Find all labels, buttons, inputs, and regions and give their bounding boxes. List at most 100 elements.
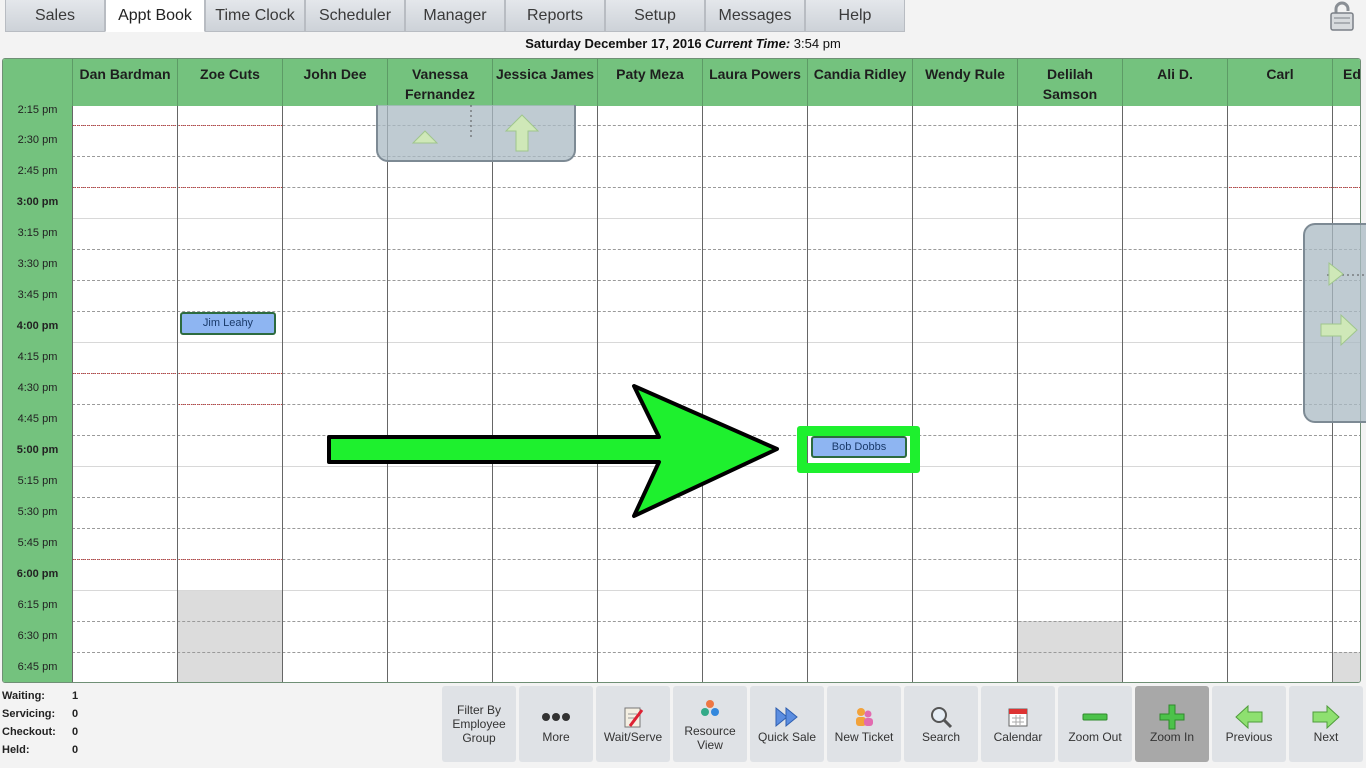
row-divider [72, 590, 1360, 591]
search-button[interactable]: Search [904, 686, 978, 762]
top-nav: Sales Appt Book Time Clock Scheduler Man… [5, 0, 905, 32]
servicing-label: Servicing: [2, 708, 56, 720]
highlight-box [797, 426, 920, 473]
time-label: 3:45 pm [17, 289, 58, 301]
column-header[interactable]: Ali D. [1122, 59, 1227, 106]
row-divider [72, 528, 1360, 529]
fast-forward-icon [750, 704, 824, 730]
button-label: Resource [684, 724, 736, 738]
new-ticket-button[interactable]: New Ticket [827, 686, 901, 762]
time-label: 3:15 pm [17, 227, 58, 239]
calendar-button[interactable]: Calendar [981, 686, 1055, 762]
row-divider [72, 652, 1360, 653]
column-header[interactable]: Laura Powers [702, 59, 807, 106]
tab-appt-book[interactable]: Appt Book [105, 0, 205, 32]
scroll-right-small-icon[interactable] [1325, 259, 1349, 289]
zoom-in-button[interactable]: Zoom In [1135, 686, 1209, 762]
column-header[interactable]: Jessica James [492, 59, 597, 106]
time-label: 4:30 pm [17, 382, 58, 394]
column-header[interactable]: Delilah Samson [1017, 59, 1122, 106]
unavailable-slot [1332, 652, 1360, 682]
queue-status: Waiting: 1 Servicing: 0 Checkout: 0 Held: 0 [2, 690, 102, 762]
appointment-grid: Dan Bardman Zoe Cuts John Dee Vanessa Fe… [2, 58, 1361, 683]
checkout-label: Checkout: [2, 726, 56, 738]
availability-marker [1227, 187, 1360, 188]
current-date: Saturday December 17, 2016 [525, 36, 702, 51]
current-time-label: Current Time: [705, 36, 791, 51]
previous-button[interactable]: Previous [1212, 686, 1286, 762]
column-header[interactable]: Paty Meza [597, 59, 702, 106]
quick-sale-button[interactable]: Quick Sale [750, 686, 824, 762]
scroll-right-arrow-icon[interactable] [1319, 313, 1359, 347]
time-label: 6:45 pm [17, 661, 58, 673]
next-button[interactable]: Next [1289, 686, 1363, 762]
calendar-icon [981, 704, 1055, 730]
scroll-up-small-icon[interactable] [408, 127, 442, 149]
app-window: Sales Appt Book Time Clock Scheduler Man… [0, 0, 1366, 768]
row-divider [72, 342, 1360, 343]
column-header[interactable]: Ed [1332, 59, 1360, 106]
column-header[interactable]: John Dee [282, 59, 387, 106]
time-label: 2:30 pm [17, 134, 58, 146]
time-label: 5:30 pm [17, 506, 58, 518]
button-label: Employee [452, 717, 506, 731]
row-divider [72, 218, 1360, 219]
time-label: 2:15 pm [17, 104, 58, 116]
column-header[interactable]: Carl [1227, 59, 1332, 106]
filter-employee-group-button[interactable]: Filter By Employee Group [442, 686, 516, 762]
time-label: 6:30 pm [17, 630, 58, 642]
time-label: 3:30 pm [17, 258, 58, 270]
time-label: 6:15 pm [17, 599, 58, 611]
held-label: Held: [2, 744, 30, 756]
wait-serve-button[interactable]: Wait/Serve [596, 686, 670, 762]
more-button[interactable]: More [519, 686, 593, 762]
more-dots-icon [519, 704, 593, 730]
minus-icon [1058, 704, 1132, 730]
tab-manager[interactable]: Manager [405, 0, 505, 32]
tab-sales[interactable]: Sales [5, 0, 105, 32]
availability-marker [177, 404, 282, 405]
button-label: Quick Sale [757, 730, 817, 744]
tab-help[interactable]: Help [805, 0, 905, 32]
column-divider [1122, 106, 1123, 682]
button-label: Calendar [993, 730, 1043, 744]
time-gutter: 2:15 pm 2:30 pm 2:45 pm 3:00 pm 3:15 pm … [3, 104, 72, 682]
arrow-right-icon [1289, 704, 1363, 730]
tab-setup[interactable]: Setup [605, 0, 705, 32]
time-label: 4:00 pm [16, 320, 59, 332]
tab-time-clock[interactable]: Time Clock [205, 0, 305, 32]
row-divider [72, 621, 1360, 622]
time-label: 5:00 pm [16, 444, 59, 456]
column-header[interactable]: Candia Ridley [807, 59, 912, 106]
tab-reports[interactable]: Reports [505, 0, 605, 32]
button-label: Previous [1225, 730, 1273, 744]
resource-view-button[interactable]: Resource View [673, 686, 747, 762]
held-count: 0 [72, 744, 79, 756]
scroll-up-panel [376, 105, 576, 162]
button-label: Group [462, 731, 496, 745]
checkout-count: 0 [72, 726, 79, 738]
column-divider [177, 106, 178, 682]
people-icon [827, 704, 901, 730]
column-header[interactable]: Wendy Rule [912, 59, 1017, 106]
button-label: More [542, 730, 570, 744]
unavailable-slot [177, 590, 282, 682]
button-label: Search [921, 730, 961, 744]
scroll-right-panel [1303, 223, 1366, 423]
tab-messages[interactable]: Messages [705, 0, 805, 32]
tab-scheduler[interactable]: Scheduler [305, 0, 405, 32]
column-header[interactable]: Vanessa Fernandez [387, 59, 492, 106]
column-divider [912, 106, 913, 682]
waiting-count: 1 [72, 690, 79, 702]
waiting-label: Waiting: [2, 690, 45, 702]
column-header[interactable]: Dan Bardman [72, 59, 177, 106]
servicing-count: 0 [72, 708, 79, 720]
lock-icon[interactable] [1326, 0, 1358, 32]
column-header[interactable]: Zoe Cuts [177, 59, 282, 106]
time-label: 4:15 pm [17, 351, 58, 363]
column-divider [807, 106, 808, 682]
appointment-block[interactable]: Jim Leahy [180, 312, 276, 335]
column-divider [1227, 106, 1228, 682]
scroll-up-arrow-icon[interactable] [504, 113, 540, 153]
zoom-out-button[interactable]: Zoom Out [1058, 686, 1132, 762]
